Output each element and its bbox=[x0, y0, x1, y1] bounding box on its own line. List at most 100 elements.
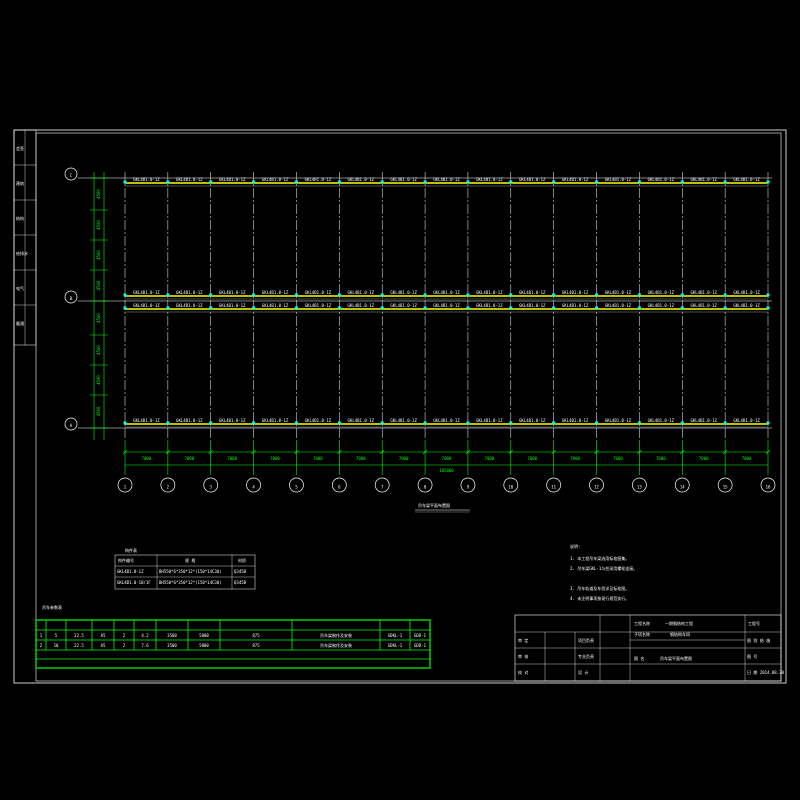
beam-label: GKL4B1.0-1Z bbox=[690, 290, 717, 295]
support-marker bbox=[637, 421, 641, 425]
beam-label: GKL4B1.0-1Z bbox=[476, 303, 503, 308]
beam-label: GKL4B1.0-1Z bbox=[176, 418, 203, 423]
beam-label: GKL4B1.0-1Z bbox=[390, 418, 417, 423]
beam-label: GKL4B1.0-1Z bbox=[219, 177, 246, 182]
support-marker bbox=[723, 421, 727, 425]
column-axis-label: 1 bbox=[124, 485, 127, 490]
column-axis-label: 16 bbox=[766, 485, 771, 490]
bay-dimension-label: 7000 bbox=[313, 456, 323, 461]
strip-label: 会签 bbox=[16, 145, 24, 151]
beam-label: GKL4B1.0-1Z bbox=[519, 177, 546, 182]
support-marker bbox=[123, 306, 127, 310]
column-axis-label: 4 bbox=[252, 485, 255, 490]
role-label: 校 对 bbox=[518, 669, 528, 675]
member-table: 构件表 构件编号 规 格 材质 GKL4B1.0-1Z BH550*6*350*… bbox=[114, 547, 256, 590]
support-marker bbox=[766, 306, 770, 310]
member-table-title: 构件表 bbox=[125, 547, 137, 553]
bay-dimension-label: 7000 bbox=[570, 456, 580, 461]
beam-label: GKL4B1.0-1Z bbox=[305, 177, 332, 182]
role-label: 审 核 bbox=[518, 653, 528, 659]
beam-label: GKL4B1.0-1Z bbox=[390, 303, 417, 308]
drawing-name: 吊车梁平面布置图 bbox=[660, 655, 692, 661]
role-label: 审 定 bbox=[518, 637, 528, 643]
support-marker bbox=[637, 306, 641, 310]
crane-table-cell: A5 bbox=[101, 643, 106, 648]
support-marker bbox=[294, 306, 298, 310]
crane-table-cell: 2 bbox=[123, 633, 126, 638]
bay-dimension-label: 7000 bbox=[356, 456, 366, 461]
support-marker bbox=[294, 180, 298, 184]
crane-table-cell: 7.6 bbox=[141, 643, 149, 648]
support-marker bbox=[380, 306, 384, 310]
beam-label: GKL4B1.0-1Z bbox=[176, 177, 203, 182]
plan-title: 吊车梁平面布置图 bbox=[418, 502, 450, 508]
side-dimension-label: 4500 bbox=[96, 313, 101, 323]
role-label: 设 计 bbox=[578, 669, 588, 675]
support-marker bbox=[509, 180, 513, 184]
beam-label: GKL4B1.0-1Z bbox=[262, 418, 289, 423]
support-marker bbox=[380, 421, 384, 425]
bay-dimension-label: 7000 bbox=[184, 456, 194, 461]
strip-label: 暖通 bbox=[16, 320, 24, 326]
member-cell: Q345B bbox=[234, 580, 247, 585]
crane-table-cell: 5000 bbox=[199, 633, 209, 638]
bay-dimension-label: 7000 bbox=[613, 456, 623, 461]
support-marker bbox=[595, 421, 599, 425]
side-dimension-label: 4500 bbox=[96, 189, 101, 199]
beam-label: GKL4B1.0-1Z bbox=[262, 177, 289, 182]
support-marker bbox=[252, 293, 256, 297]
support-marker bbox=[637, 180, 641, 184]
total-dimension-label: 105000 bbox=[439, 468, 454, 473]
support-marker bbox=[595, 293, 599, 297]
notes: 说明: 1. 本工程吊车梁选用标准图集。 2. 吊车梁GKL-1与柱采用螺栓连接… bbox=[570, 543, 637, 601]
beam-label: GKL4B1.0-1Z bbox=[733, 290, 760, 295]
support-marker bbox=[723, 293, 727, 297]
crane-table-cell: 4.2 bbox=[141, 633, 149, 638]
beam-label: GKL4B1.0-1Z bbox=[648, 290, 675, 295]
beam-label: GKL4B1.0-1Z bbox=[562, 418, 589, 423]
right-row: 图 别 结 施 bbox=[747, 637, 770, 643]
support-marker bbox=[166, 293, 170, 297]
inner-frame bbox=[35, 132, 782, 682]
crane-table-cell: A5 bbox=[101, 633, 106, 638]
strip-label: 给排水 bbox=[16, 250, 28, 256]
support-marker bbox=[766, 180, 770, 184]
support-marker bbox=[337, 306, 341, 310]
bay-dimension-label: 7000 bbox=[485, 456, 495, 461]
beam-label: GKL4B1.0-1Z bbox=[605, 290, 632, 295]
beam-label: GKL4B1.0-1Z bbox=[476, 418, 503, 423]
beam-label: GKL4B1.0-1Z bbox=[262, 303, 289, 308]
crane-table-cell: 875 bbox=[252, 633, 260, 638]
beam-label: GKL4B1.0-1Z bbox=[433, 418, 460, 423]
support-marker bbox=[209, 180, 213, 184]
column-axis-label: 2 bbox=[167, 485, 170, 490]
crane-table-cell: 2 bbox=[40, 643, 43, 648]
beam-label: GKL4B1.0-1Z bbox=[390, 177, 417, 182]
beam-label: GKL4B1.0-1Z bbox=[562, 290, 589, 295]
support-marker bbox=[552, 180, 556, 184]
support-marker bbox=[252, 180, 256, 184]
beam-label: GKL4B1.0-1Z bbox=[305, 303, 332, 308]
beam-label: GKL4B1.0-1Z bbox=[433, 303, 460, 308]
crane-table-cell: GDD-1 bbox=[414, 643, 427, 648]
side-dimension-label: 4500 bbox=[96, 250, 101, 260]
support-marker bbox=[680, 306, 684, 310]
beam-label: GKL4B1.0-1Z bbox=[133, 303, 160, 308]
support-marker bbox=[766, 293, 770, 297]
column-axis-label: 5 bbox=[295, 485, 298, 490]
beam-label: GKL4B1.0-1Z bbox=[648, 303, 675, 308]
beam-label: GKL4B1.0-1Z bbox=[648, 177, 675, 182]
drawing-label: 图 名 bbox=[634, 655, 644, 661]
project-name: 一期钢结构工程 bbox=[665, 620, 693, 626]
bay-dimension-label: 7000 bbox=[527, 456, 537, 461]
beam-label: GKL4B1.0-1Z bbox=[733, 177, 760, 182]
member-cell: GKL4B1.0-1B/1F bbox=[117, 580, 151, 585]
support-marker bbox=[423, 421, 427, 425]
strip-label: 建筑 bbox=[16, 180, 24, 186]
column-axis-label: 10 bbox=[508, 485, 513, 490]
beam-label: GKL4B1.0-1Z bbox=[519, 303, 546, 308]
beam-label: GKL4B1.0-1Z bbox=[562, 177, 589, 182]
member-cell: GKL4B1.0-1Z bbox=[117, 569, 144, 574]
support-marker bbox=[209, 421, 213, 425]
support-marker bbox=[166, 306, 170, 310]
